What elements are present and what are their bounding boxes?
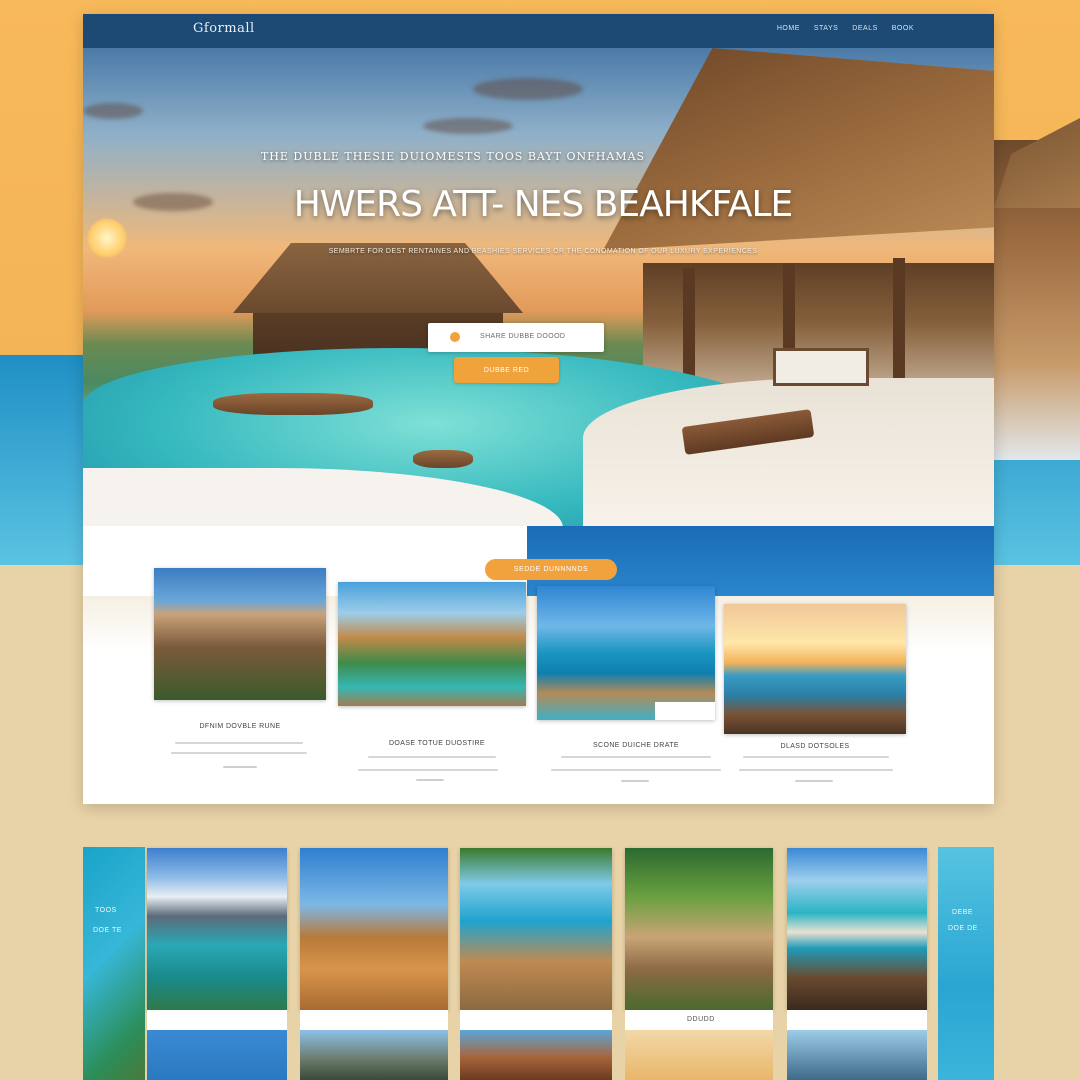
gallery-caption-strip xyxy=(460,1010,612,1030)
nav-links: HOME STAYS DEALS BOOK xyxy=(777,25,914,32)
nav-link-stays[interactable]: STAYS xyxy=(814,25,838,32)
gallery-side-panel-left: TOOS DOE TE xyxy=(83,847,145,1080)
gallery-tile-canyon[interactable] xyxy=(300,848,448,1010)
cloud xyxy=(83,103,143,119)
card-text-line xyxy=(621,780,649,782)
card-title[interactable]: DLASD DOTSOLES xyxy=(724,743,906,750)
gallery-tile-jungle-villa[interactable] xyxy=(625,848,773,1010)
nav-link-book[interactable]: BOOK xyxy=(892,25,914,32)
gallery-tile-palm-beach[interactable] xyxy=(460,848,612,1010)
gallery-caption: DDUDD xyxy=(687,1016,715,1023)
hero-subtitle: SEMBRTE FOR DEST RENTAINES AND BEASHIES … xyxy=(328,248,758,255)
gallery-caption-strip xyxy=(787,1010,927,1030)
card-text-line xyxy=(416,779,444,781)
gallery-tile-bottom[interactable] xyxy=(460,1030,612,1080)
card-text-line xyxy=(795,780,833,782)
card-image-sunset[interactable] xyxy=(724,604,906,734)
nav-link-home[interactable]: HOME xyxy=(777,25,800,32)
card-text-line xyxy=(171,752,307,754)
card-title[interactable]: DOASE TOTUE DUOSTIRE xyxy=(338,740,536,747)
card-text-line xyxy=(739,769,893,771)
side-label: DOE TE xyxy=(93,927,122,934)
site-logo[interactable]: Gformall xyxy=(193,21,255,36)
rock xyxy=(213,393,373,415)
card-image-lagoon[interactable] xyxy=(537,586,715,720)
pavilion-pillar xyxy=(893,258,905,398)
card-title[interactable]: SCONE DUICHE DRATE xyxy=(537,742,735,749)
search-input[interactable]: SHARE DUBBE DOOOD xyxy=(428,323,604,352)
hero-banner: THE DUBLE THESIE DUIOMESTS TOOS BAYT ONF… xyxy=(83,48,994,526)
thatched-roof-main xyxy=(603,48,994,251)
gallery-caption-strip: DDUDD xyxy=(625,1010,773,1030)
featured-section: SEDDE DUNNNNDS DFNIM DOVBLE RUNE DOASE T… xyxy=(83,526,994,804)
card-text-line xyxy=(358,769,498,771)
gallery-caption-strip xyxy=(300,1010,448,1030)
top-navigation: Gformall HOME STAYS DEALS BOOK xyxy=(83,14,994,48)
card-text-line xyxy=(551,769,721,771)
gallery-tile-boats[interactable] xyxy=(787,848,927,1010)
card-text-line xyxy=(561,756,711,758)
card-image-oasis[interactable] xyxy=(338,582,526,706)
lounge-sofa xyxy=(773,348,869,386)
gallery-tile-bottom[interactable] xyxy=(147,1030,287,1080)
gallery-tile-bottom[interactable] xyxy=(300,1030,448,1080)
side-label: TOOS xyxy=(95,907,117,914)
hero-cta-button[interactable]: DUBBE RED xyxy=(454,357,559,383)
website-mockup: Gformall HOME STAYS DEALS BOOK THE DUBLE… xyxy=(83,14,994,804)
side-label: DEBE xyxy=(952,909,974,916)
search-placeholder: SHARE DUBBE DOOOD xyxy=(480,333,566,340)
location-pin-icon xyxy=(450,332,460,342)
hero-title: HWERS ATT- NES BEAHKFALE xyxy=(293,184,794,225)
card-image-resort[interactable] xyxy=(154,568,326,700)
gallery-caption-strip xyxy=(147,1010,287,1030)
card-title[interactable]: DFNIM DOVBLE RUNE xyxy=(154,723,326,730)
card-text-line xyxy=(743,756,889,758)
gallery-tile-mountain-lake[interactable] xyxy=(147,848,287,1010)
gallery-side-panel-right: DEBE DOE DE xyxy=(938,847,994,1080)
gallery-tile-bottom[interactable] xyxy=(625,1030,773,1080)
gallery-tile-bottom[interactable] xyxy=(787,1030,927,1080)
card-text-line xyxy=(368,756,496,758)
side-label: DOE DE xyxy=(948,925,978,932)
hero-kicker: THE DUBLE THESIE DUIOMESTS TOOS BAYT ONF… xyxy=(260,150,646,163)
card-tag xyxy=(655,702,715,720)
pool-deck xyxy=(583,378,994,526)
section-pill-label[interactable]: SEDDE DUNNNNDS xyxy=(485,559,617,580)
cloud xyxy=(423,118,513,134)
nav-link-deals[interactable]: DEALS xyxy=(852,25,877,32)
cloud xyxy=(473,78,583,100)
rock xyxy=(413,450,473,468)
pavilion-pillar xyxy=(683,268,695,388)
card-text-line xyxy=(175,742,303,744)
card-text-line xyxy=(223,766,257,768)
